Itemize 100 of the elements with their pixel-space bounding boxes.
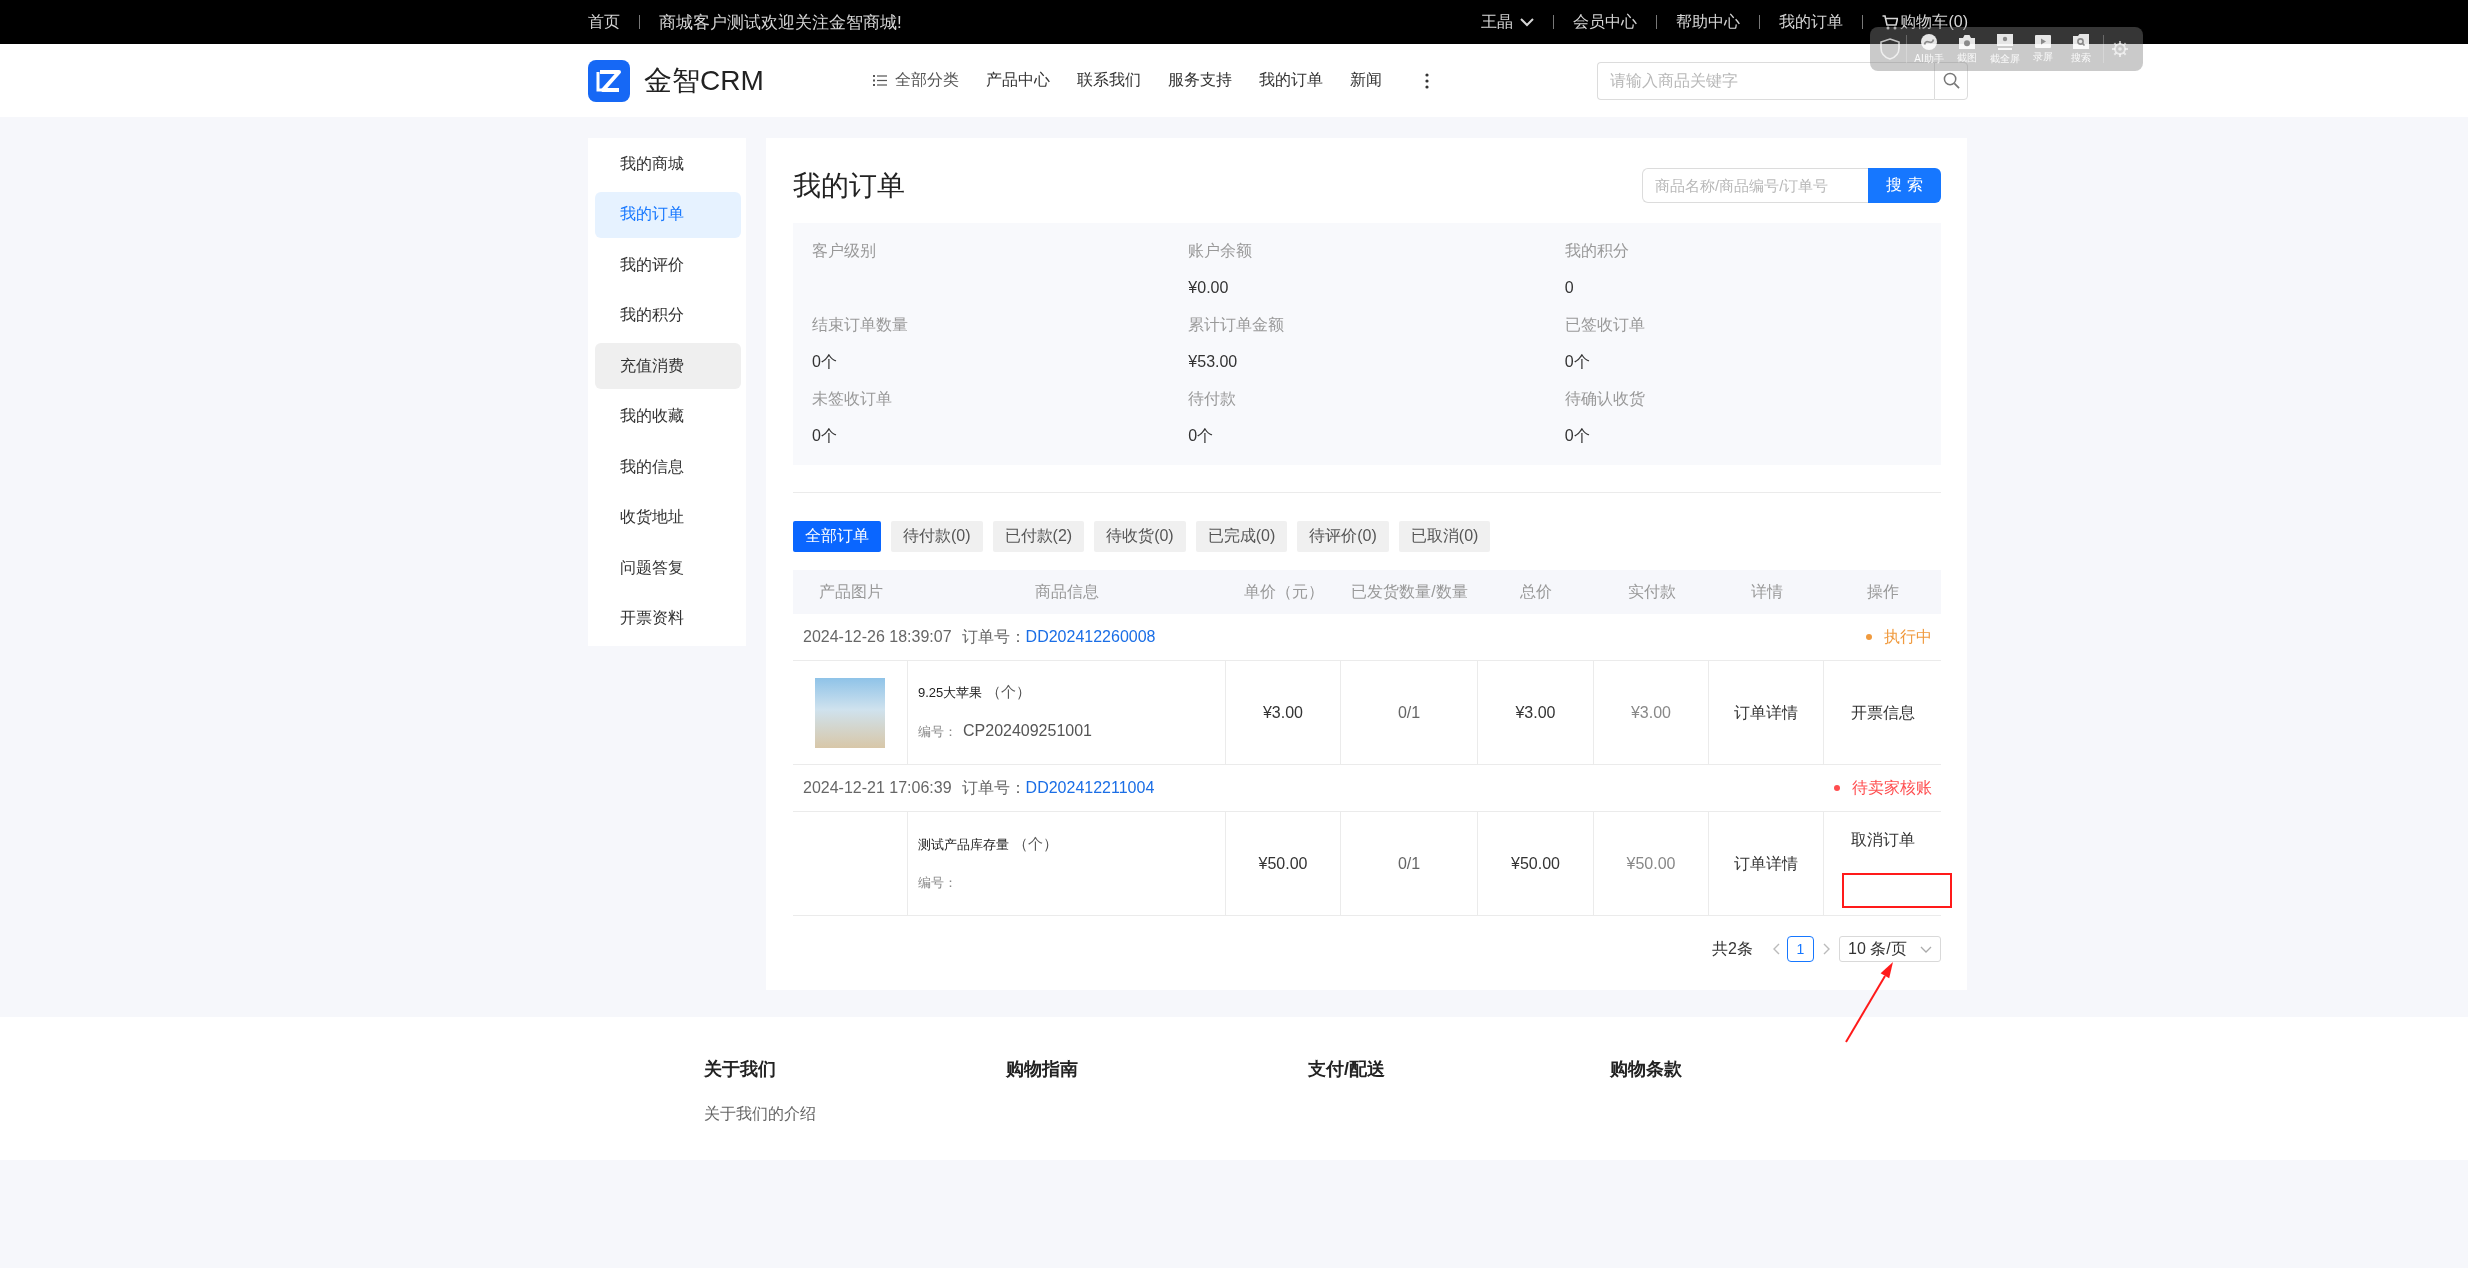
stat-value: 0 [1564, 278, 1575, 298]
footer-heading: 关于我们 [704, 1058, 777, 1081]
stat-label: 待确认收货 [1564, 389, 1646, 409]
column-header: 详情 [1749, 581, 1784, 602]
home-link[interactable]: 首页 [588, 11, 620, 33]
stat-label: 客户级别 [812, 241, 877, 261]
product-code-label: 编号： [918, 873, 957, 892]
stat-label: 累计订单金额 [1188, 315, 1286, 335]
nav-link[interactable]: 我的订单 [1258, 70, 1323, 91]
order-time: 2024-12-21 17:06:39 [803, 779, 952, 797]
order-detail-link[interactable]: 订单详情 [1734, 701, 1798, 724]
stat-label: 账户余额 [1188, 241, 1254, 261]
product-name: 9.25大苹果 [918, 684, 983, 702]
sidebar-item[interactable]: 开票资料 [595, 595, 741, 642]
logo-icon [588, 59, 630, 102]
sidebar-item[interactable]: 充值消费 [595, 343, 741, 389]
column-header: 总价 [1519, 581, 1553, 602]
column-header: 已发货数量/数量 [1350, 581, 1469, 602]
filter-tab[interactable]: 全部订单 [793, 521, 881, 552]
order-number-label: 订单号： [961, 777, 1026, 798]
table-cell: 0/1 [1341, 812, 1478, 915]
filter-tab[interactable]: 已取消(0) [1398, 521, 1491, 552]
sidebar-item[interactable]: 收货地址 [595, 494, 741, 541]
stat-value: 0个 [812, 426, 838, 446]
order-number-link[interactable]: DD202412211004 [1025, 779, 1155, 797]
stat-value: ¥53.00 [1188, 352, 1239, 372]
search-button[interactable] [1934, 61, 1968, 100]
stat-value: 0个 [1564, 352, 1591, 372]
user-menu[interactable]: 王晶 [1481, 11, 1535, 33]
shield-icon[interactable] [1878, 37, 1902, 61]
filter-tab[interactable]: 已付款(2) [992, 521, 1085, 552]
search-button[interactable]: 搜 索 [1868, 168, 1941, 203]
chevron-down-icon [1520, 17, 1535, 27]
top-link[interactable]: 会员中心 [1573, 11, 1638, 33]
order-time: 2024-12-26 18:39:07 [803, 628, 952, 646]
order-status: 执行中 [1884, 626, 1932, 647]
product-unit: （个） [986, 682, 1032, 702]
filter-tab[interactable]: 已完成(0) [1195, 521, 1288, 552]
nav-link[interactable]: 联系我们 [1076, 70, 1141, 91]
nav-link[interactable]: 全部分类 [872, 70, 959, 91]
sidebar-item[interactable]: 我的商城 [595, 141, 741, 187]
stat-label: 未签收订单 [812, 389, 893, 409]
nav-link[interactable]: 服务支持 [1167, 70, 1232, 91]
sidebar-item[interactable]: 我的评价 [595, 242, 741, 288]
top-link[interactable]: 我的订单 [1779, 11, 1844, 33]
footer-heading: 购物指南 [1006, 1058, 1079, 1081]
stat-value: 0个 [1188, 426, 1215, 446]
filter-tab[interactable]: 待收货(0) [1094, 521, 1186, 552]
stat-value: 0个 [812, 352, 838, 372]
table-cell: ¥3.00 [1594, 661, 1709, 764]
footer-heading: 支付/配送 [1308, 1058, 1386, 1081]
product-code-label: 编号： [918, 723, 957, 741]
stat-value: 0个 [1564, 426, 1591, 446]
table-cell: 0/1 [1341, 661, 1478, 764]
order-search-field[interactable]: 商品名称/商品编号/订单号 [1642, 168, 1868, 203]
sidebar-item[interactable]: 我的收藏 [595, 393, 741, 440]
order-status: 待卖家核账 [1852, 777, 1932, 798]
sidebar-item[interactable]: 我的积分 [595, 292, 741, 339]
stat-label: 结束订单数量 [812, 315, 909, 335]
table-cell: ¥50.00 [1226, 812, 1341, 915]
filter-tab[interactable]: 待付款(0) [891, 521, 983, 552]
column-header: 单价（元） [1242, 581, 1325, 602]
sidebar-item[interactable]: 问题答复 [595, 545, 741, 591]
caret-down-icon [1920, 945, 1932, 953]
product-name: 测试产品库存量 [918, 835, 1009, 854]
column-header: 产品图片 [817, 581, 884, 602]
order-number-link[interactable]: DD202412260008 [1025, 628, 1156, 646]
search-field[interactable]: 请输入商品关键字 [1597, 61, 1934, 100]
cart-icon [1882, 14, 1899, 30]
list-icon [872, 75, 887, 86]
action-link[interactable]: 开票信息 [1850, 701, 1915, 724]
gear-icon[interactable] [2112, 41, 2128, 57]
order-detail-link[interactable]: 订单详情 [1734, 852, 1798, 875]
page-button[interactable]: 1 [1787, 936, 1814, 962]
column-header: 操作 [1865, 581, 1900, 602]
welcome-text: 商城客户测试欢迎关注金智商城! [659, 11, 902, 34]
table-cell: ¥50.00 [1478, 812, 1594, 915]
stat-label: 已签收订单 [1564, 315, 1646, 335]
search-icon [1942, 72, 1960, 89]
page-size-select[interactable]: 10 条/页 [1839, 936, 1941, 962]
footer-link[interactable]: 关于我们的介绍 [704, 1102, 1006, 1126]
product-unit: （个） [1013, 833, 1058, 854]
nav-link[interactable]: 产品中心 [985, 70, 1050, 91]
top-link[interactable]: 帮助中心 [1676, 11, 1741, 33]
table-cell: ¥3.00 [1226, 661, 1341, 764]
nav-link[interactable]: 新闻 [1349, 70, 1382, 91]
total-count: 共2条 [1712, 938, 1753, 959]
stat-label: 我的积分 [1564, 241, 1630, 261]
cart-link[interactable]: 购物车(0) [1882, 11, 1968, 33]
action-link[interactable]: 取消订单 [1850, 828, 1915, 851]
sidebar-item[interactable]: 我的信息 [595, 444, 741, 490]
column-header: 实付款 [1626, 581, 1677, 602]
product-code: CP202409251001 [963, 721, 1092, 741]
column-header: 商品信息 [1034, 581, 1100, 602]
stat-value: ¥0.00 [1188, 278, 1230, 298]
filter-tab[interactable]: 待评价(0) [1297, 521, 1389, 552]
more-icon[interactable] [1424, 72, 1429, 89]
sidebar-item[interactable]: 我的订单 [595, 191, 741, 238]
table-cell: ¥3.00 [1478, 661, 1594, 764]
logo-text: 金智CRM [644, 63, 764, 98]
